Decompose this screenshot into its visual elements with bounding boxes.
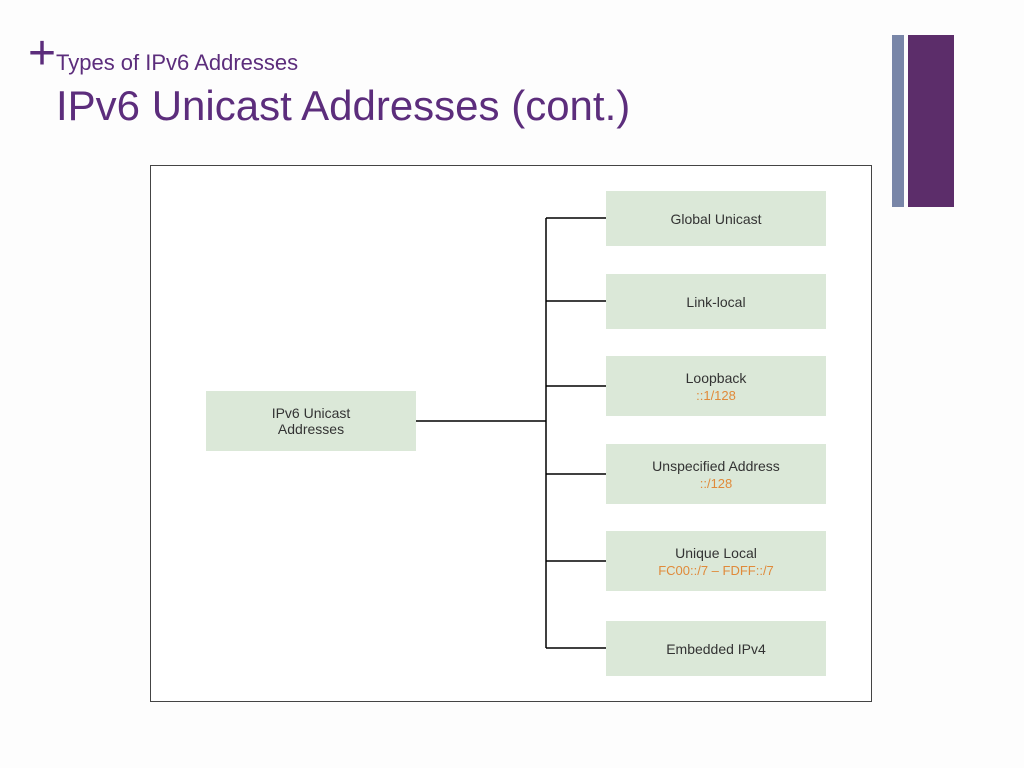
child-label: Loopback xyxy=(686,370,747,386)
page-title: IPv6 Unicast Addresses (cont.) xyxy=(56,82,630,130)
child-label: Global Unicast xyxy=(670,211,761,227)
root-node: IPv6 Unicast Addresses xyxy=(206,391,416,451)
accent-bars xyxy=(892,35,954,207)
child-node-link-local: Link-local xyxy=(606,274,826,329)
child-label: Unique Local xyxy=(675,545,757,561)
child-label: Link-local xyxy=(686,294,745,310)
child-node-embedded-ipv4: Embedded IPv4 xyxy=(606,621,826,676)
child-label: Embedded IPv4 xyxy=(666,641,766,657)
child-node-global-unicast: Global Unicast xyxy=(606,191,826,246)
child-sublabel: ::/128 xyxy=(700,476,733,491)
diagram-frame: IPv6 Unicast Addresses Global Unicast Li… xyxy=(150,165,872,702)
child-sublabel: ::1/128 xyxy=(696,388,736,403)
breadcrumb: Types of IPv6 Addresses xyxy=(56,50,298,76)
plus-icon: + xyxy=(28,30,56,78)
child-node-loopback: Loopback ::1/128 xyxy=(606,356,826,416)
child-node-unspecified: Unspecified Address ::/128 xyxy=(606,444,826,504)
root-label: IPv6 Unicast Addresses xyxy=(272,405,351,437)
child-label: Unspecified Address xyxy=(652,458,780,474)
child-sublabel: FC00::/7 – FDFF::/7 xyxy=(658,563,774,578)
child-node-unique-local: Unique Local FC00::/7 – FDFF::/7 xyxy=(606,531,826,591)
